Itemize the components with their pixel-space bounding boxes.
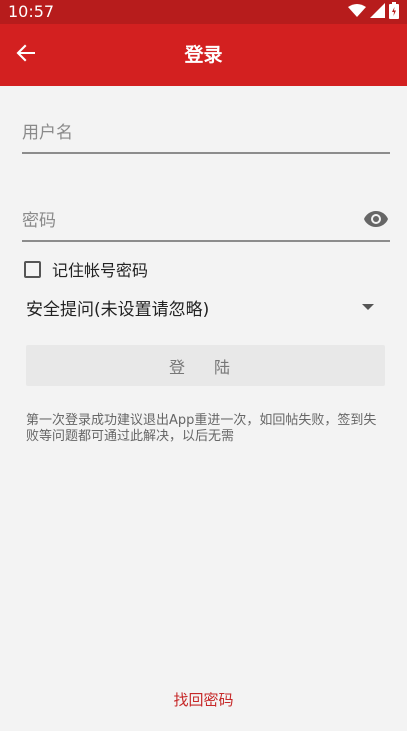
password-field[interactable]	[22, 206, 342, 236]
checkbox-box[interactable]	[24, 260, 41, 278]
page-title: 登录	[184, 44, 223, 66]
login-tip: 第一次登录成功建议退出App重进一次，如回帖失败，签到失败等问题都可通过此解决，…	[26, 413, 377, 444]
signal-icon	[370, 2, 385, 22]
battery-icon	[389, 1, 399, 23]
recover-password-link[interactable]: 找回密码	[0, 689, 407, 710]
password-field-wrapper	[22, 206, 390, 242]
username-field-wrapper	[22, 118, 390, 154]
login-button[interactable]: 登 陆	[26, 345, 385, 386]
remember-checkbox[interactable]: 记住帐号密码	[24, 258, 148, 280]
username-underline	[22, 152, 390, 154]
password-underline	[22, 240, 390, 242]
app-bar: 登录	[0, 24, 407, 86]
username-field[interactable]	[22, 118, 390, 148]
dropdown-arrow-icon	[362, 304, 374, 310]
status-icons	[348, 1, 399, 23]
status-bar: 10:57	[0, 0, 407, 24]
status-time: 10:57	[8, 2, 55, 21]
wifi-icon	[348, 3, 366, 22]
security-question-value: 安全提问(未设置请忽略)	[26, 299, 210, 320]
remember-label: 记住帐号密码	[52, 261, 149, 280]
eye-icon	[363, 210, 389, 232]
password-visibility-toggle[interactable]	[362, 208, 390, 234]
security-question-select[interactable]: 安全提问(未设置请忽略)	[26, 292, 382, 322]
